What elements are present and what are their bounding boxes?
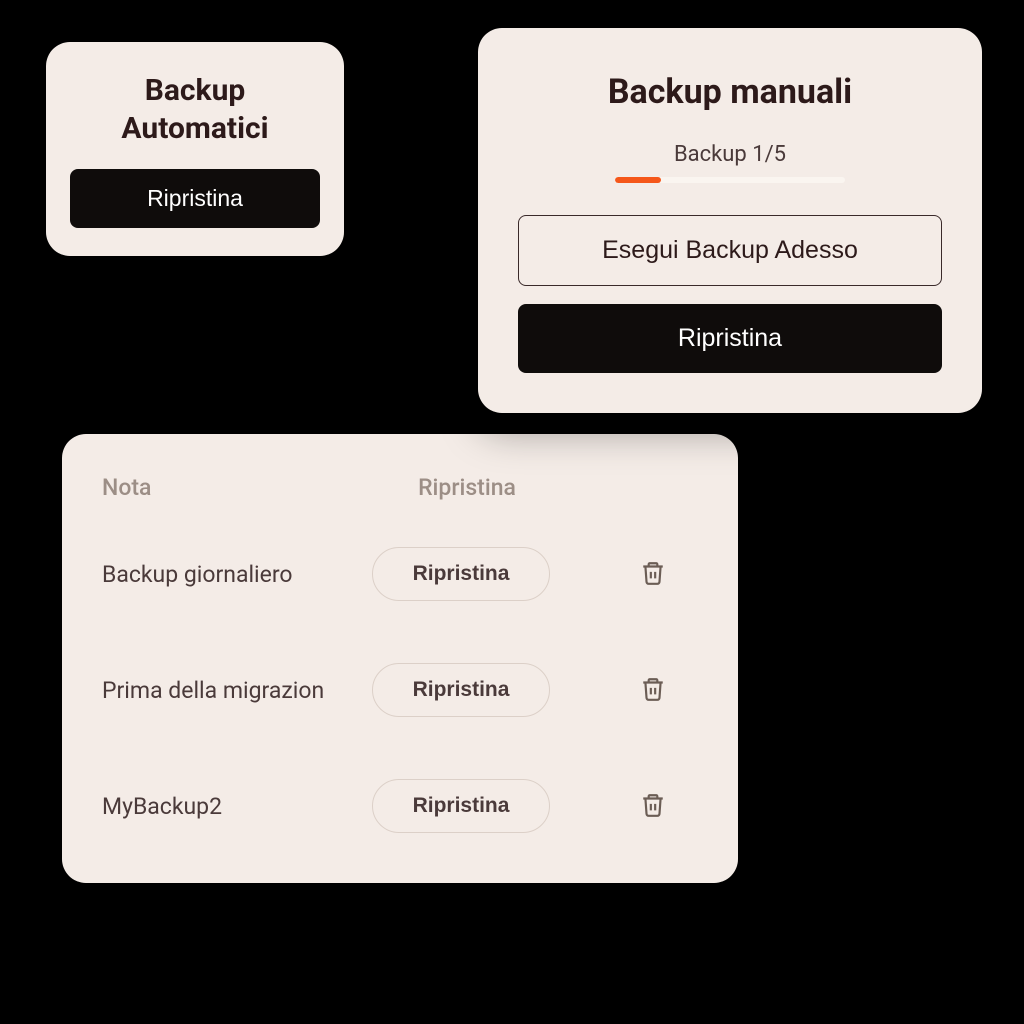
table-row: Backup giornaliero Ripristina <box>102 547 698 601</box>
run-backup-button[interactable]: Esegui Backup Adesso <box>518 215 942 286</box>
trash-icon <box>640 559 666 587</box>
trash-icon <box>640 791 666 819</box>
table-row: Prima della migrazion Ripristina <box>102 663 698 717</box>
backup-row-label: Backup giornaliero <box>102 561 372 588</box>
automatic-backups-title: Backup Automatici <box>70 72 320 147</box>
restore-row-button[interactable]: Ripristina <box>372 547 550 601</box>
backup-list-card: Nota Ripristina Backup giornaliero Ripri… <box>62 434 738 883</box>
column-header-delete <box>562 474 698 501</box>
title-line-2: Automatici <box>70 110 320 148</box>
delete-row-button[interactable] <box>636 555 670 594</box>
delete-row-button[interactable] <box>636 671 670 710</box>
table-header: Nota Ripristina <box>102 474 698 501</box>
delete-row-button[interactable] <box>636 787 670 826</box>
manual-backups-title: Backup manuali <box>518 72 942 112</box>
backup-row-label: MyBackup2 <box>102 793 372 820</box>
backup-row-label: Prima della migrazion <box>102 677 372 704</box>
trash-icon <box>640 675 666 703</box>
backup-progress-bar <box>615 177 845 183</box>
automatic-backups-card: Backup Automatici Ripristina <box>46 42 344 256</box>
backup-count-label: Backup 1/5 <box>518 142 942 167</box>
backup-progress-fill <box>615 177 661 183</box>
title-line-1: Backup <box>70 72 320 110</box>
restore-row-button[interactable]: Ripristina <box>372 779 550 833</box>
restore-row-button[interactable]: Ripristina <box>372 663 550 717</box>
column-header-restore: Ripristina <box>372 474 562 501</box>
manual-restore-button[interactable]: Ripristina <box>518 304 942 373</box>
column-header-note: Nota <box>102 474 372 501</box>
table-row: MyBackup2 Ripristina <box>102 779 698 833</box>
automatic-restore-button[interactable]: Ripristina <box>70 169 320 228</box>
manual-backups-card: Backup manuali Backup 1/5 Esegui Backup … <box>478 28 982 413</box>
